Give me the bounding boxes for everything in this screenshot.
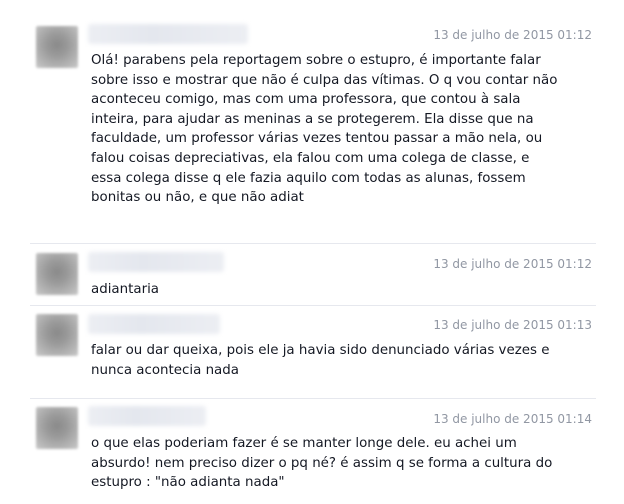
message-timestamp: 13 de julho de 2015 01:13 — [433, 318, 592, 332]
sender-name-redacted — [88, 314, 220, 334]
sender-name-redacted — [88, 406, 206, 426]
message-timestamp: 13 de julho de 2015 01:12 — [433, 257, 592, 271]
sender-avatar[interactable] — [36, 253, 78, 295]
message-text: o que elas poderiam fazer é se manter lo… — [91, 436, 553, 491]
sender-avatar[interactable] — [36, 407, 78, 449]
message-thread: 13 de julho de 2015 01:12 Olá! parabens … — [0, 0, 624, 504]
message-divider — [30, 243, 596, 244]
message-text: adiantaria — [91, 282, 160, 297]
sender-name-redacted — [88, 252, 224, 272]
message-divider — [30, 305, 596, 306]
message-timestamp: 13 de julho de 2015 01:14 — [433, 412, 592, 426]
message-text: Olá! parabens pela reportagem sobre o es… — [91, 53, 558, 206]
message-text: falar ou dar queixa, pois ele ja havia s… — [91, 343, 550, 378]
sender-avatar[interactable] — [36, 314, 78, 356]
message-divider — [30, 398, 596, 399]
message-timestamp: 13 de julho de 2015 01:12 — [433, 28, 592, 42]
sender-name-redacted — [88, 24, 248, 44]
sender-avatar[interactable] — [36, 26, 78, 68]
